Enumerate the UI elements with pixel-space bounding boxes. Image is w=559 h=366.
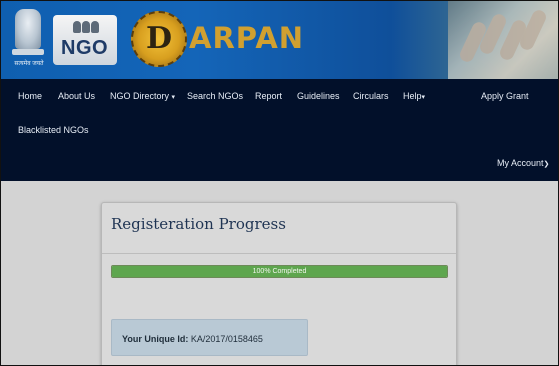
nav-blacklisted-ngos[interactable]: Blacklisted NGOs — [18, 125, 89, 135]
registration-progress-panel: Registeration Progress 100% Completed Yo… — [101, 202, 457, 365]
chevron-down-icon: ▾ — [171, 94, 176, 101]
people-icon — [73, 21, 99, 35]
nav-apply-grant[interactable]: Apply Grant — [481, 91, 529, 101]
progress-label: 100% Completed — [252, 268, 307, 275]
darpan-logo-text: ARPAN — [189, 21, 305, 55]
hands-banner-image — [448, 1, 558, 79]
unique-id-value: KA/2017/0158465 — [190, 334, 263, 344]
nav-report[interactable]: Report — [255, 91, 282, 101]
unique-id-label: Your Unique Id: — [122, 334, 189, 344]
nav-search-ngos[interactable]: Search NGOs — [187, 91, 243, 101]
chevron-down-icon: ❯ — [543, 161, 550, 168]
national-emblem-logo: सत्यमेव जयते — [11, 9, 45, 67]
nav-my-account-label: My Account — [497, 158, 544, 168]
progress-bar: 100% Completed — [111, 265, 448, 278]
nav-ngo-directory-label: NGO Directory — [110, 91, 170, 101]
emblem-motto: सत्यमेव जयते — [14, 61, 44, 67]
darpan-logo-letter: D — [145, 21, 172, 56]
unique-id-box: Your Unique Id: KA/2017/0158465 — [111, 319, 308, 356]
panel-divider — [102, 253, 456, 254]
main-content: Registeration Progress 100% Completed Yo… — [1, 181, 558, 365]
lion-capital-icon — [15, 9, 41, 49]
darpan-logo-coin[interactable]: D — [131, 11, 187, 67]
nav-guidelines[interactable]: Guidelines — [297, 91, 340, 101]
site-header: सत्यमेव जयते NGO D ARPAN — [1, 1, 558, 79]
ngo-logo-text: NGO — [61, 37, 109, 59]
chevron-down-icon: ▾ — [421, 94, 426, 101]
emblem-base — [12, 49, 44, 55]
nav-help[interactable]: Help▾ — [403, 91, 425, 101]
unique-id-text: Your Unique Id: KA/2017/0158465 — [122, 334, 263, 344]
nav-circulars[interactable]: Circulars — [353, 91, 389, 101]
main-navigation: Home About Us NGO Directory ▾ Search NGO… — [1, 79, 558, 181]
nav-home[interactable]: Home — [18, 91, 42, 101]
nav-help-label: Help — [403, 91, 422, 101]
browser-viewport: सत्यमेव जयते NGO D ARPAN Home About Us N… — [0, 0, 559, 366]
nav-about-us[interactable]: About Us — [58, 91, 95, 101]
nav-my-account[interactable]: My Account❯ — [497, 158, 549, 168]
nav-ngo-directory[interactable]: NGO Directory ▾ — [110, 91, 175, 101]
ngo-logo[interactable]: NGO — [53, 15, 117, 65]
panel-title: Registeration Progress — [111, 215, 286, 233]
